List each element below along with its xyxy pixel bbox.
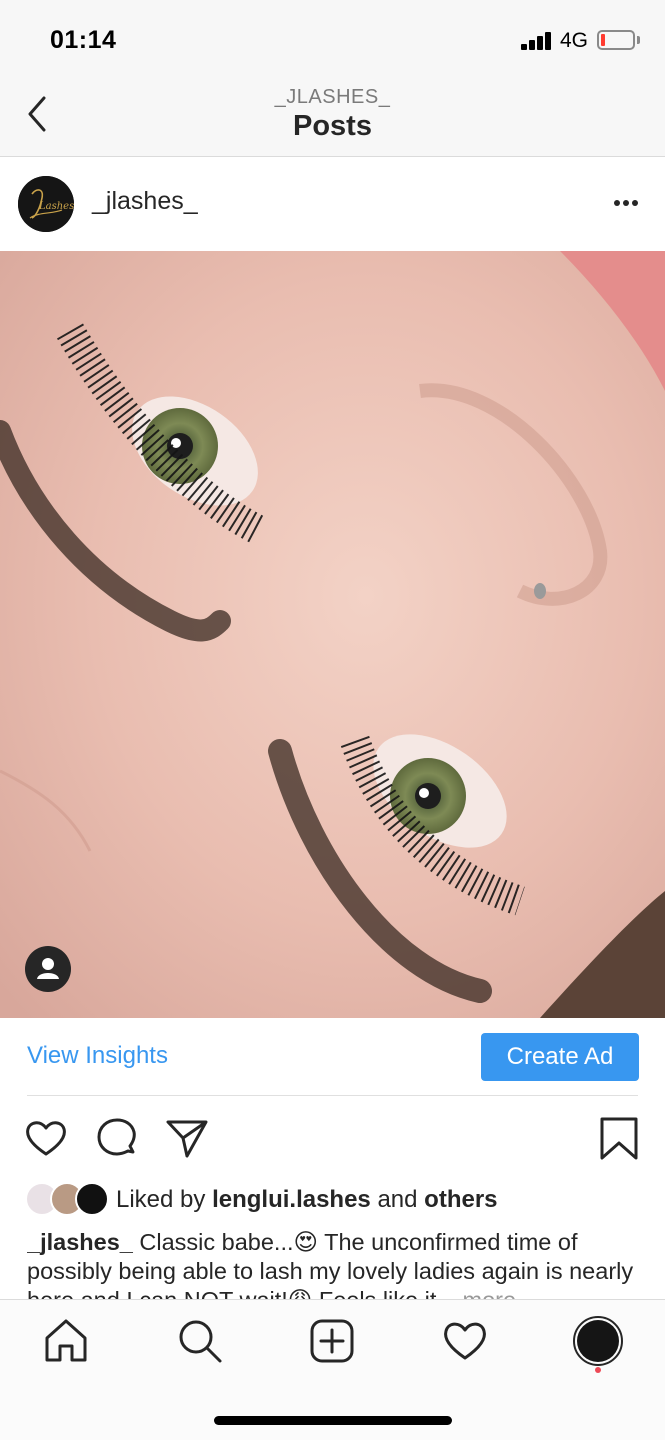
tab-home[interactable] — [41, 1316, 91, 1366]
heart-icon — [26, 1121, 66, 1156]
post-username[interactable]: _jlashes_ — [92, 187, 198, 216]
plus-square-icon — [310, 1319, 354, 1363]
divider — [27, 1095, 638, 1096]
tab-add-post[interactable] — [307, 1316, 357, 1366]
likes-text[interactable]: Liked by lenglui.lashes and others — [116, 1186, 498, 1214]
notification-dot — [595, 1367, 601, 1373]
svg-text:Lashes: Lashes — [38, 201, 74, 212]
home-indicator — [214, 1416, 452, 1425]
post-header: Lashes _jlashes_ — [0, 157, 665, 251]
comment-button[interactable] — [95, 1116, 141, 1162]
like-button[interactable] — [23, 1116, 69, 1162]
create-ad-button[interactable]: Create Ad — [481, 1033, 639, 1081]
user-tag-icon — [37, 958, 59, 979]
network-type: 4G — [560, 29, 589, 52]
home-icon — [45, 1319, 87, 1362]
tab-profile[interactable] — [573, 1316, 623, 1366]
tab-search[interactable] — [175, 1316, 225, 1366]
post-caption: _jlashes_ Classic babe...😍 The unconfirm… — [27, 1228, 641, 1300]
page-title: Posts — [293, 110, 372, 142]
battery-tip — [637, 36, 640, 44]
post-photo[interactable] — [0, 251, 665, 1018]
signal-icon — [521, 32, 553, 50]
nav-subtitle: _JLASHES_ — [274, 86, 391, 108]
insights-row: View Insights Create Ad — [0, 1018, 665, 1096]
comment-icon — [97, 1118, 136, 1156]
search-icon — [179, 1320, 222, 1363]
more-options-button[interactable] — [606, 192, 646, 214]
battery-icon — [597, 30, 635, 50]
status-time: 01:14 — [50, 26, 117, 54]
tab-activity[interactable] — [440, 1316, 490, 1366]
tagged-users-button[interactable] — [25, 946, 71, 992]
status-bar: 01:14 4G — [0, 0, 665, 80]
caption-username[interactable]: _jlashes_ — [27, 1229, 133, 1255]
liker-avatar[interactable] — [75, 1182, 109, 1216]
view-insights-link[interactable]: View Insights — [27, 1042, 168, 1070]
bookmark-icon — [600, 1117, 638, 1160]
liked-by-others: others — [424, 1186, 498, 1213]
heart-icon — [444, 1322, 486, 1360]
share-button[interactable] — [164, 1116, 210, 1162]
paper-plane-icon — [166, 1120, 208, 1158]
liked-by-user: lenglui.lashes — [212, 1186, 371, 1213]
lashes-logo: Lashes — [18, 176, 74, 232]
nav-header: _JLASHES_ Posts — [0, 80, 665, 157]
post-image — [0, 251, 665, 1018]
save-button[interactable] — [597, 1116, 643, 1162]
likes-row: Liked by lenglui.lashes and others — [25, 1182, 645, 1218]
avatar — [577, 1320, 619, 1362]
avatar[interactable]: Lashes — [18, 176, 74, 232]
